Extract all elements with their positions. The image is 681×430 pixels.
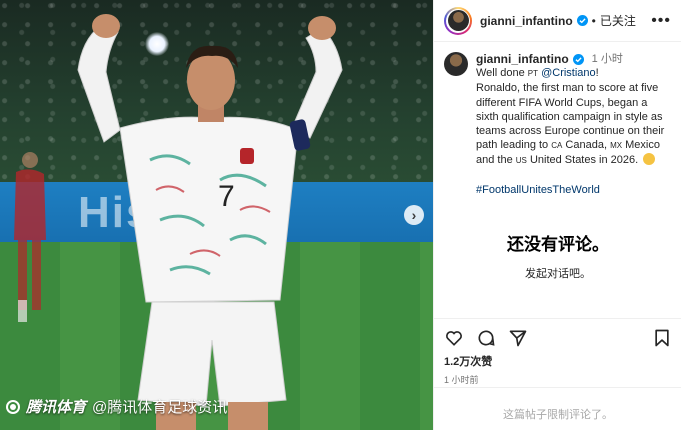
verified-badge-icon: [572, 53, 584, 65]
clapping-hands-icon: [643, 153, 656, 166]
author-username[interactable]: gianni_infantino: [480, 14, 573, 28]
flag-mexico-icon: MX: [610, 141, 623, 151]
comments-limited-notice: 这篇帖子限制评论了。: [434, 387, 681, 422]
mention-link[interactable]: @Cristiano: [541, 67, 596, 79]
caption-text: Well done PT @Cristiano! Ronaldo, the fi…: [476, 67, 668, 167]
post-panel: gianni_infantino • 已关注 ••• gianni_infant…: [433, 0, 681, 430]
hashtag-link[interactable]: #FootballUnitesTheWorld: [476, 183, 671, 197]
watermark-handle: @腾讯体育足球资讯: [92, 399, 228, 416]
following-button[interactable]: 已关注: [600, 12, 636, 29]
post-caption: gianni_infantino 1 小时 Well done PT @Cris…: [434, 42, 681, 197]
flag-portugal-icon: PT: [527, 69, 539, 79]
watermark: 腾讯体育 @腾讯体育足球资讯: [6, 396, 227, 417]
comment-icon[interactable]: [476, 328, 496, 348]
post-actions: 1.2万次赞 1 小时前 这篇帖子限制评论了。: [434, 318, 681, 430]
caption-username[interactable]: gianni_infantino: [476, 52, 569, 66]
svg-text:7: 7: [218, 180, 235, 213]
more-options-button[interactable]: •••: [651, 11, 671, 29]
no-comments-subtitle: 发起对话吧。: [525, 268, 591, 280]
next-media-button[interactable]: ›: [404, 205, 424, 225]
post-header: gianni_infantino • 已关注 •••: [434, 0, 681, 42]
flag-usa-icon: US: [515, 156, 527, 166]
heart-icon[interactable]: [444, 328, 464, 348]
bookmark-icon[interactable]: [652, 328, 672, 348]
caption-avatar[interactable]: [444, 52, 468, 76]
chevron-right-icon: ›: [411, 206, 417, 223]
watermark-brand: 腾讯体育: [26, 399, 87, 416]
separator-dot: •: [591, 13, 596, 28]
like-count[interactable]: 1.2万次赞: [434, 351, 681, 369]
background-player: [14, 152, 46, 322]
tencent-sports-logo-icon: [6, 399, 20, 414]
caption-time[interactable]: 1 小时: [592, 52, 623, 66]
post-timestamp: 1 小时前: [444, 375, 479, 385]
author-avatar[interactable]: [444, 6, 472, 35]
send-icon[interactable]: [508, 328, 528, 348]
empty-comments: 还没有评论。 发起对话吧。: [434, 230, 681, 281]
post-media[interactable]: Hisense 7 ›: [0, 0, 433, 430]
no-comments-title: 还没有评论。: [507, 235, 609, 254]
player-figure: 7: [77, 14, 343, 430]
verified-badge-icon: [576, 15, 588, 26]
more-horizontal-icon: •••: [651, 11, 671, 29]
flag-canada-icon: CA: [551, 141, 563, 151]
